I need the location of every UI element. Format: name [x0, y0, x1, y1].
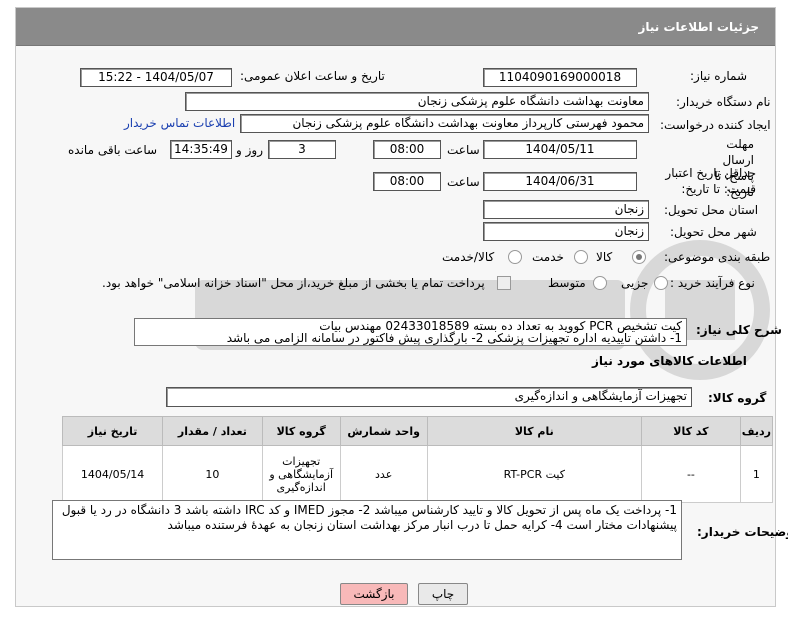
price-time-field: 08:00	[373, 172, 441, 191]
header-bar: جزئیات اطلاعات نیاز	[16, 8, 775, 46]
buyer-org-label: نام دستگاه خریدار:	[676, 95, 771, 109]
page-title: جزئیات اطلاعات نیاز	[638, 20, 759, 34]
remaining-time-field: 14:35:49	[170, 140, 232, 159]
price-validity-label: حداقل تاریخ اعتبار قیمت: تا تاریخ:	[665, 166, 756, 196]
process-label: نوع فرآیند خرید :	[670, 276, 755, 290]
process-option-medium: متوسط	[548, 276, 586, 290]
category-option-goods: کالا	[596, 250, 613, 264]
back-button[interactable]: بازگشت	[340, 583, 408, 605]
treasury-payment-note: پرداخت تمام یا بخشی از مبلغ خرید،از محل …	[102, 276, 485, 290]
city-field: زنجان	[483, 222, 649, 241]
summary-line-2: 1- داشتن تاییدیه اداره تجهیزات پزشکی 2- …	[226, 331, 682, 345]
announce-field: 1404/05/07 - 15:22	[80, 68, 232, 87]
col-date: تاریخ نیاز	[61, 416, 164, 446]
goods-group-field: تجهیزات آزمایشگاهی و اندازه‌گیری	[166, 387, 692, 407]
cell-group: تجهیزات آزمایشگاهی و اندازه‌گیری	[261, 445, 341, 503]
need-number-label: شماره نیاز:	[690, 69, 747, 83]
col-code: کد کالا	[641, 416, 741, 446]
remaining-label: ساعت باقی مانده	[68, 143, 158, 157]
cell-unit: عدد	[339, 445, 428, 503]
process-radio-medium[interactable]	[593, 276, 607, 290]
category-radio-goods[interactable]	[632, 250, 646, 264]
city-label: شهر محل تحویل:	[670, 225, 757, 239]
announce-label: تاریخ و ساعت اعلان عمومی:	[240, 69, 385, 83]
goods-table-header: ردیف کد کالا نام کالا واحد شمارش گروه کا…	[61, 416, 774, 446]
summary-box: کیت تشخیص PCR کووید به تعداد ده بسته 024…	[134, 318, 687, 346]
col-qty: تعداد / مقدار	[162, 416, 263, 446]
table-row: 1 -- کیت RT-PCR عدد تجهیزات آزمایشگاهی و…	[61, 445, 774, 503]
province-field: زنجان	[483, 200, 649, 219]
col-unit: واحد شمارش	[339, 416, 428, 446]
category-radio-goods-service[interactable]	[508, 250, 522, 264]
category-radio-service[interactable]	[574, 250, 588, 264]
creator-label: ایجاد کننده درخواست:	[660, 118, 771, 132]
cell-date: 1404/05/14	[61, 445, 164, 503]
reply-date-field: 1404/05/11	[483, 140, 637, 159]
process-option-minor: جزیی	[621, 276, 649, 290]
treasury-payment-checkbox[interactable]	[497, 276, 511, 290]
buyer-contact-link[interactable]: اطلاعات تماس خریدار	[124, 116, 235, 130]
days-label: روز و	[236, 143, 263, 157]
price-time-label: ساعت	[447, 175, 480, 189]
col-row: ردیف	[739, 416, 774, 446]
price-date-field: 1404/06/31	[483, 172, 637, 191]
category-label: طبقه بندی موضوعی:	[664, 250, 771, 264]
print-button[interactable]: چاپ	[418, 583, 468, 605]
buyer-notes-box: 1- پرداخت یک ماه پس از تحویل کالا و تایی…	[52, 500, 682, 560]
category-option-goods-service: کالا/خدمت	[442, 250, 495, 264]
category-option-service: خدمت	[532, 250, 564, 264]
reply-time-label: ساعت	[447, 143, 480, 157]
goods-table: ردیف کد کالا نام کالا واحد شمارش گروه کا…	[61, 416, 774, 503]
province-label: استان محل تحویل:	[664, 203, 759, 217]
cell-qty: 10	[162, 445, 263, 503]
reply-time-field: 08:00	[373, 140, 441, 159]
days-field: 3	[268, 140, 336, 159]
buyer-notes-label: توضیحات خریدار:	[697, 525, 788, 539]
cell-row: 1	[739, 445, 774, 503]
col-group: گروه کالا	[261, 416, 341, 446]
creator-field: محمود فهرستی کارپرداز معاونت بهداشت دانش…	[240, 114, 649, 133]
need-number-field: 1104090169000018	[483, 68, 637, 87]
summary-label: شرح کلی نیاز:	[696, 323, 782, 337]
buyer-org-field: معاونت بهداشت دانشگاه علوم پزشکی زنجان	[185, 92, 649, 111]
goods-group-label: گروه کالا:	[708, 391, 767, 405]
cell-code: --	[641, 445, 741, 503]
cell-name: کیت RT-PCR	[426, 445, 643, 503]
process-radio-minor[interactable]	[654, 276, 668, 290]
goods-section-title: اطلاعات کالاهای مورد نیاز	[592, 354, 747, 368]
col-name: نام کالا	[426, 416, 643, 446]
